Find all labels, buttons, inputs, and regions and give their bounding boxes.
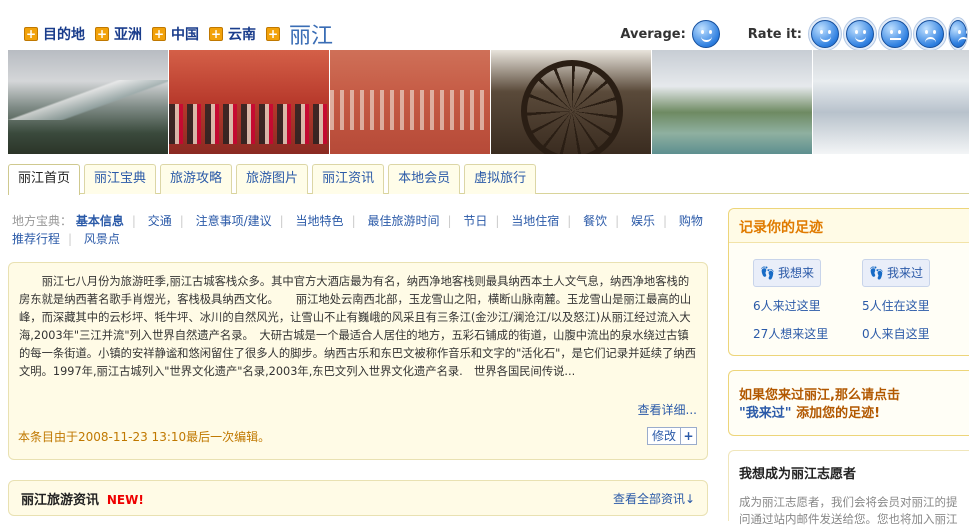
category-link[interactable]: 最佳旅游时间 xyxy=(367,214,439,228)
view-all-news-link[interactable]: 查看全部资讯↓ xyxy=(613,490,695,507)
breadcrumb-item-asia[interactable]: + 亚洲 xyxy=(95,24,142,44)
average-smiley-icon xyxy=(691,20,720,48)
rate-happy-button[interactable] xyxy=(843,17,877,51)
main-tabs: 丽江首页 丽江宝典 旅游攻略 旅游图片 丽江资讯 本地会员 虚拟旅行 xyxy=(8,164,969,195)
intro-text: 丽江七八月份为旅游旺季,丽江古城客栈众多。其中官方大酒店最为有名，纳西净地客栈则… xyxy=(19,275,696,378)
category-label: 地方宝典： xyxy=(12,214,73,228)
breadcrumb-label: 中国 xyxy=(171,27,199,43)
footprint-icon: 👣 xyxy=(760,266,775,280)
top-bar: + 目的地 + 亚洲 + 中国 + 云南 + 丽江 Average: Rate it: xyxy=(0,0,969,51)
category-link[interactable]: 交通 xyxy=(148,214,172,228)
prompt-highlight: "我来过" xyxy=(739,406,792,421)
tab-virtual-travel[interactable]: 虚拟旅行 xyxy=(464,164,537,194)
intro-box: 丽江七八月份为旅游旺季,丽江古城客栈众多。其中官方大酒店最为有名，纳西净地客栈则… xyxy=(8,262,708,460)
breadcrumb-item-yunnan[interactable]: + 云南 xyxy=(209,24,256,44)
category-link[interactable]: 餐饮 xyxy=(583,214,607,228)
plus-icon: + xyxy=(209,27,223,41)
rate-neutral-button[interactable] xyxy=(878,17,912,51)
category-link[interactable]: 当地特色 xyxy=(296,214,344,228)
tab-home[interactable]: 丽江首页 xyxy=(8,164,81,195)
banner-photo-dancers xyxy=(169,50,330,154)
average-label: Average: xyxy=(620,26,686,42)
banner-photo-snow xyxy=(813,50,969,154)
footprints-title: 记录你的足迹 xyxy=(729,209,969,243)
prompt-line1: 如果您来过丽江,那么请点击 xyxy=(739,388,900,403)
plus-icon: + xyxy=(680,428,696,444)
breadcrumb-label: 亚洲 xyxy=(114,27,142,43)
category-link[interactable]: 风景点 xyxy=(84,232,120,246)
page-title: 丽江 xyxy=(289,24,334,49)
volunteer-panel: 我想成为丽江志愿者 成为丽江志愿者，我们会将会员对丽江的提问通过站内邮件发送给您… xyxy=(728,450,969,526)
category-links: 地方宝典： 基本信息 | 交通 | 注意事项/建议 | 当地特色 | 最佳旅游时间 | 节… xyxy=(12,214,703,246)
been-label: 我来过 xyxy=(886,266,923,280)
plus-icon: + xyxy=(266,27,280,41)
rate-label: Rate it: xyxy=(747,26,802,42)
edit-button[interactable]: 修改 + xyxy=(647,427,697,445)
view-details-link[interactable]: 查看详细... xyxy=(638,401,697,418)
category-link[interactable]: 娱乐 xyxy=(631,214,655,228)
plus-icon: + xyxy=(95,27,109,41)
edit-label: 修改 xyxy=(652,429,677,443)
very-sad-face-icon xyxy=(949,20,967,48)
sad-face-icon xyxy=(916,20,944,48)
very-happy-face-icon xyxy=(811,20,839,48)
category-link[interactable]: 当地住宿 xyxy=(511,214,559,228)
rate-very-happy-button[interactable] xyxy=(808,17,842,51)
breadcrumb: + 目的地 + 亚洲 + 中国 + 云南 + 丽江 xyxy=(24,18,343,50)
breadcrumb-item-destination[interactable]: + 目的地 xyxy=(24,24,85,44)
tab-members[interactable]: 本地会员 xyxy=(388,164,461,194)
neutral-face-icon xyxy=(881,20,909,48)
prompt-suffix: 添加您的足迹! xyxy=(791,406,881,421)
stat-visited[interactable]: 6人来过这里 xyxy=(753,297,821,314)
stat-living[interactable]: 5人住在这里 xyxy=(862,297,930,314)
news-title: 丽江旅游资讯 xyxy=(21,492,100,508)
category-link[interactable]: 购物 xyxy=(679,214,703,228)
prompt-line2: "我来过" 添加您的足迹! xyxy=(739,405,959,423)
category-link[interactable]: 节日 xyxy=(463,214,487,228)
category-link[interactable]: 基本信息 xyxy=(76,214,124,228)
photo-banner xyxy=(8,50,969,154)
banner-photo-snow-mountain xyxy=(8,50,169,154)
last-edited-note: 本条目由于2008-11-23 13:10最后一次编辑。 xyxy=(18,430,271,444)
happy-face-icon xyxy=(846,20,874,48)
breadcrumb-label: 云南 xyxy=(228,27,256,43)
been-here-button[interactable]: 👣 我来过 xyxy=(862,259,930,287)
volunteer-text: 成为丽江志愿者，我们会将会员对丽江的提问通过站内邮件发送给您。您也将加入丽江 xyxy=(739,495,958,526)
tab-guide[interactable]: 丽江宝典 xyxy=(84,164,157,194)
banner-photo-valley xyxy=(652,50,813,154)
rating-widget: Average: Rate it: xyxy=(620,17,969,51)
new-badge: NEW! xyxy=(106,492,144,507)
banner-photo-performance xyxy=(330,50,491,154)
rate-very-sad-button[interactable] xyxy=(948,17,968,51)
add-footprint-prompt: 如果您来过丽江,那么请点击 "我来过" 添加您的足迹! xyxy=(728,370,969,436)
tab-photos[interactable]: 旅游图片 xyxy=(236,164,309,194)
news-header: 丽江旅游资讯 NEW! 查看全部资讯↓ xyxy=(8,480,708,516)
tab-strategy[interactable]: 旅游攻略 xyxy=(160,164,233,194)
volunteer-title: 我想成为丽江志愿者 xyxy=(739,467,857,482)
banner-photo-water-wheel xyxy=(491,50,652,154)
rate-sad-button[interactable] xyxy=(913,17,947,51)
tab-news[interactable]: 丽江资讯 xyxy=(312,164,385,194)
category-link[interactable]: 推荐行程 xyxy=(12,232,60,246)
plus-icon: + xyxy=(24,27,38,41)
footprints-panel: 记录你的足迹 👣 我想来 👣 我来过 6人来过这里 5人住在这里 27人想来这里 0… xyxy=(728,208,969,356)
breadcrumb-item-current: + 丽江 xyxy=(266,18,333,50)
stat-from[interactable]: 0人来自这里 xyxy=(862,325,930,342)
want-to-go-button[interactable]: 👣 我想来 xyxy=(753,259,821,287)
stat-want[interactable]: 27人想来这里 xyxy=(753,325,828,342)
plus-icon: + xyxy=(152,27,166,41)
footprint-icon: 👣 xyxy=(869,266,884,280)
want-label: 我想来 xyxy=(777,266,814,280)
category-link[interactable]: 注意事项/建议 xyxy=(196,214,272,228)
news-heading: 丽江旅游资讯 NEW! xyxy=(21,489,144,508)
breadcrumb-item-china[interactable]: + 中国 xyxy=(152,24,199,44)
breadcrumb-label: 目的地 xyxy=(43,27,85,43)
